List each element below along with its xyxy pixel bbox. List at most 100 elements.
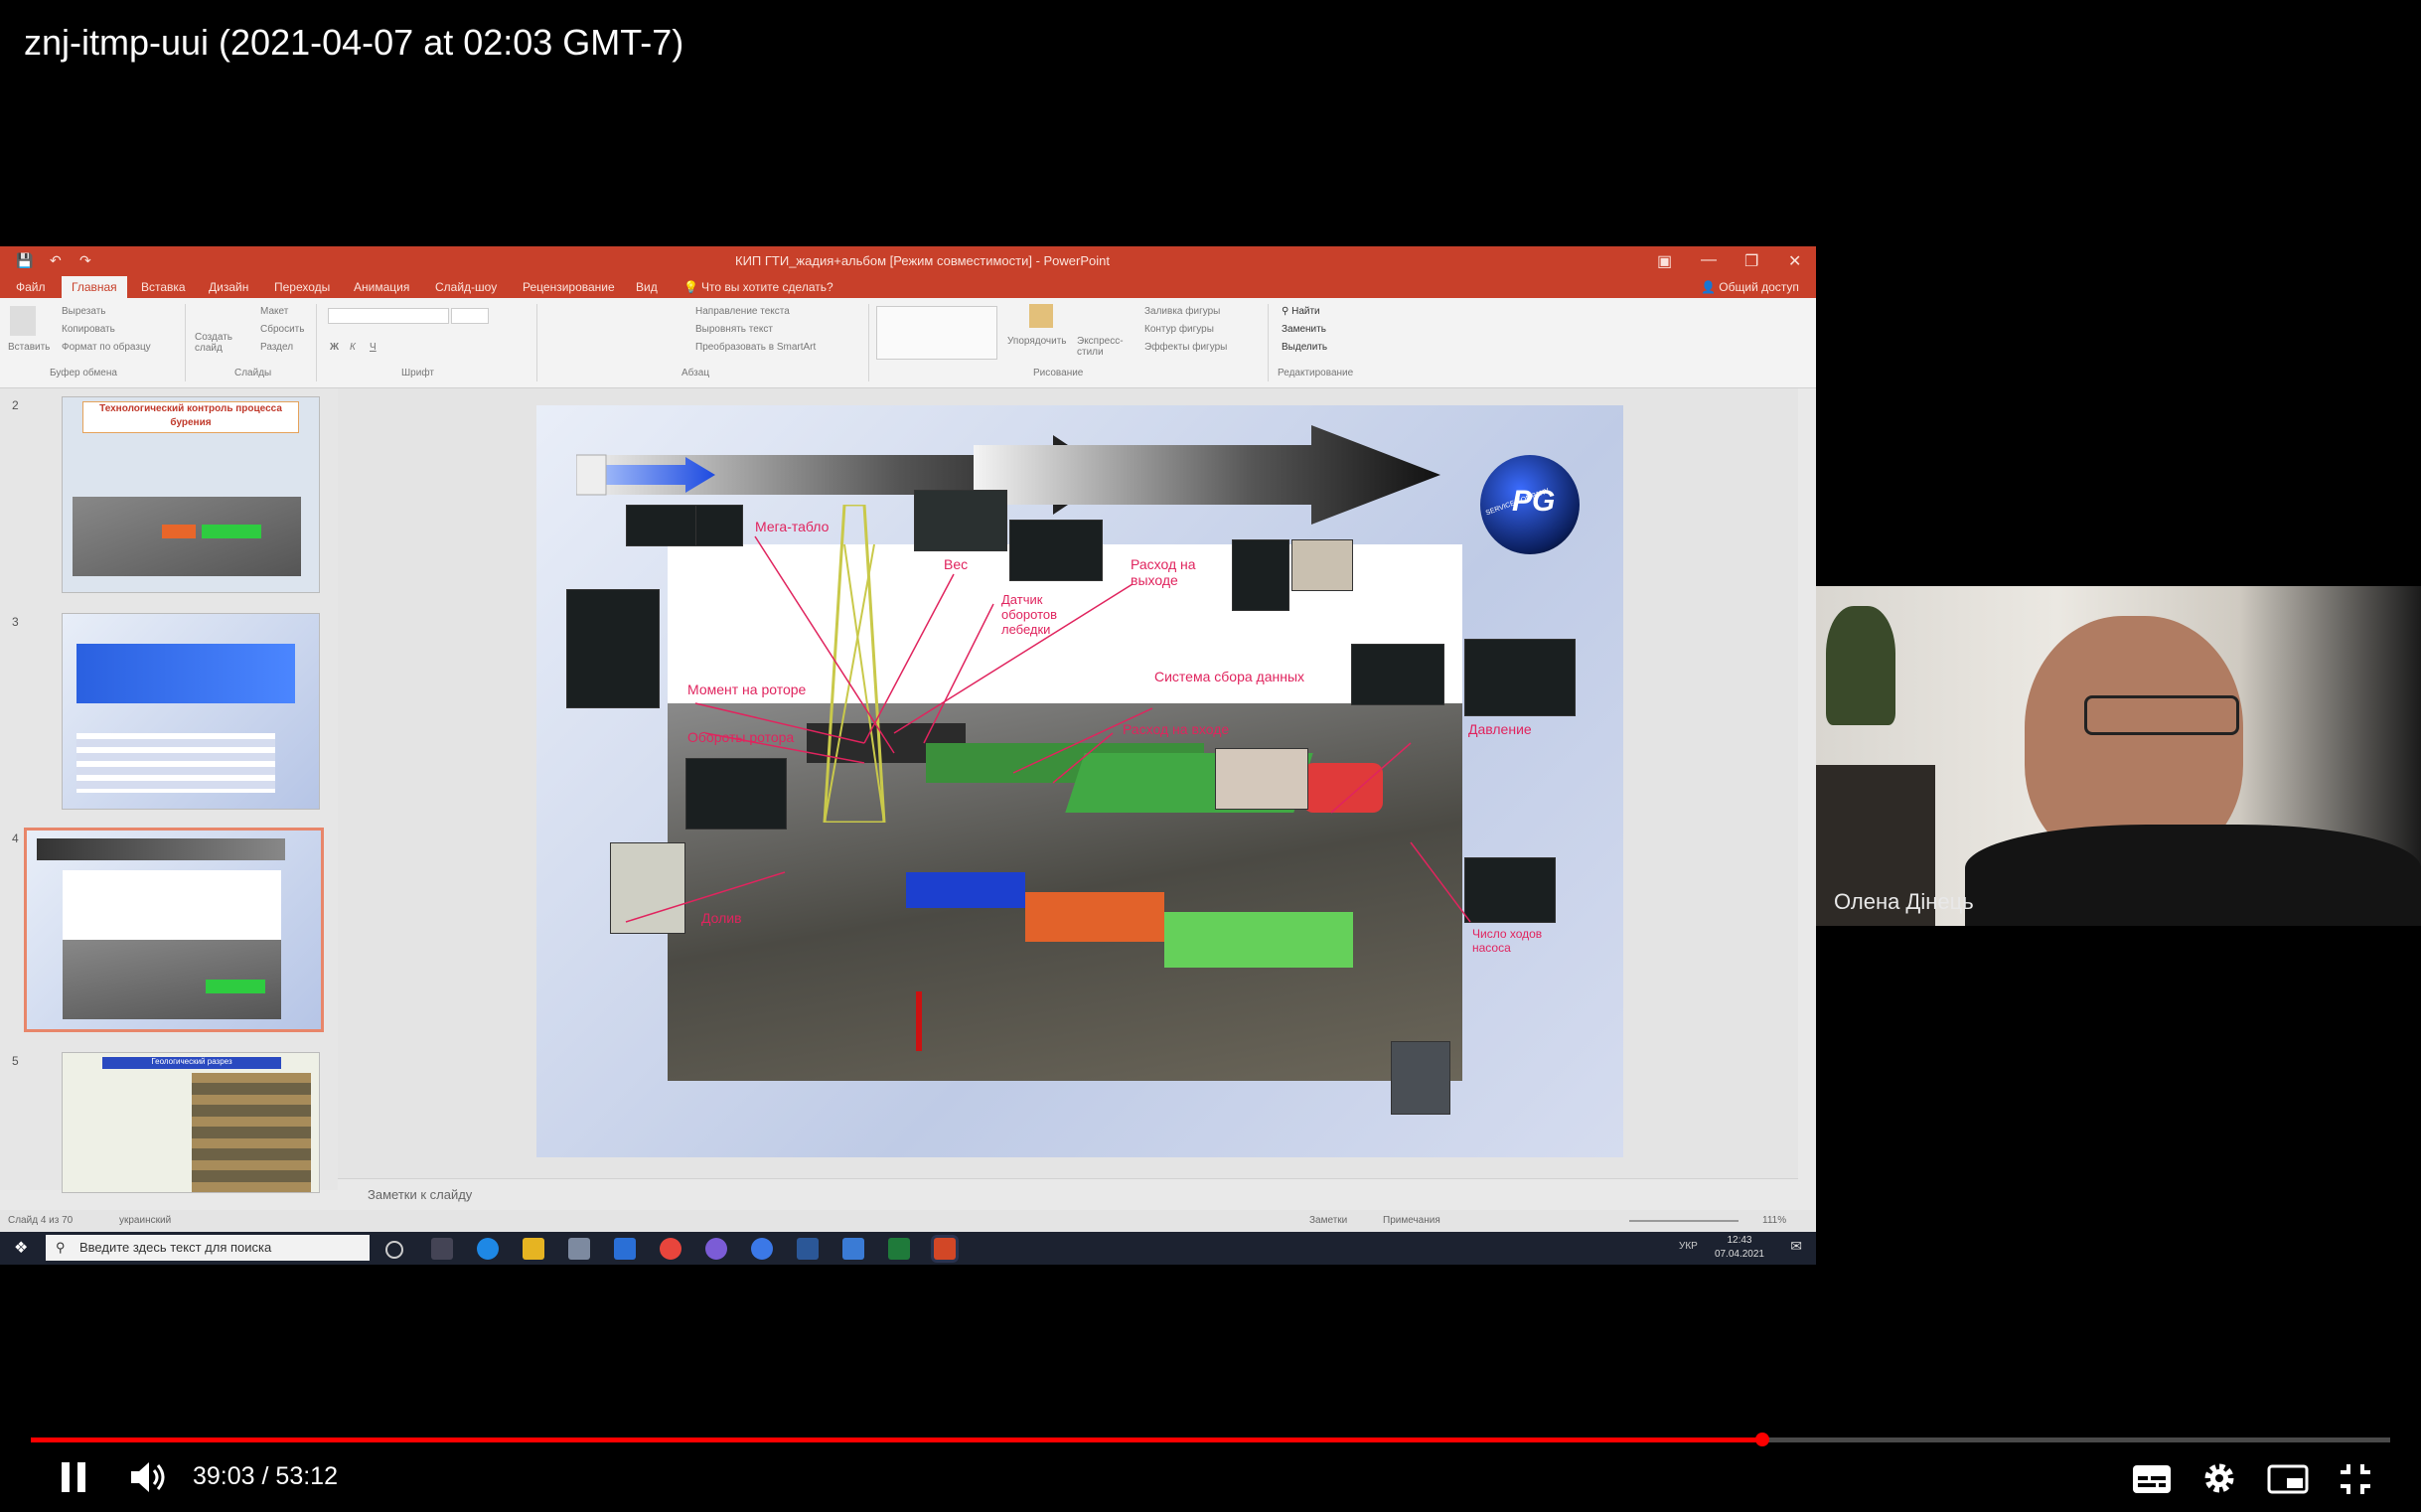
participant-name: Олена Дінець xyxy=(1834,889,1974,914)
italic-icon[interactable]: К xyxy=(350,342,356,353)
duration: 53:12 xyxy=(275,1462,338,1490)
font-size-field[interactable] xyxy=(451,308,489,324)
slides-group-label: Слайды xyxy=(234,368,272,378)
browser-icon[interactable] xyxy=(751,1238,773,1260)
language-indicator[interactable]: украинский xyxy=(119,1215,171,1226)
close-icon[interactable]: ✕ xyxy=(1788,251,1801,271)
thumbnail-number: 4 xyxy=(12,832,19,845)
arrange-icon[interactable] xyxy=(1029,304,1053,328)
reset-button[interactable]: Сбросить xyxy=(260,324,304,335)
subtitles-icon[interactable] xyxy=(2132,1464,2172,1494)
viber-icon[interactable] xyxy=(705,1238,727,1260)
zoom-slider[interactable] xyxy=(1629,1220,1739,1222)
current-slide[interactable]: PG SERVICE COMPANY Мега-табло Вес Датчик… xyxy=(536,405,1623,1157)
volume-icon[interactable] xyxy=(129,1460,169,1494)
tab-animation[interactable]: Анимация xyxy=(354,280,409,294)
copy-button[interactable]: Копировать xyxy=(62,324,115,335)
windows-start-icon[interactable]: ❖ xyxy=(14,1238,28,1258)
tell-me-input[interactable]: Что вы хотите сделать? xyxy=(701,280,833,294)
new-slide-button[interactable]: Создать слайд xyxy=(195,332,234,354)
underline-icon[interactable]: Ч xyxy=(370,342,377,353)
thumbnail-green-block xyxy=(206,980,265,993)
bold-icon[interactable]: Ж xyxy=(330,342,339,353)
webcam-feed: Олена Дінець xyxy=(1816,586,2421,926)
tab-transitions[interactable]: Переходы xyxy=(274,280,330,294)
ribbon-separator xyxy=(536,304,537,381)
shape-fill-button[interactable]: Заливка фигуры xyxy=(1144,306,1220,317)
tray-clock[interactable]: 12:43 07.04.2021 xyxy=(1715,1234,1764,1262)
notes-pane[interactable]: Заметки к слайду xyxy=(338,1178,1798,1211)
exit-fullscreen-icon[interactable] xyxy=(2339,1462,2372,1496)
slide-thumbnail-panel: 2 Технологический контроль процесса буре… xyxy=(0,388,338,1193)
word-icon[interactable] xyxy=(797,1238,819,1260)
find-button[interactable]: ⚲ Найти xyxy=(1282,306,1320,317)
section-button[interactable]: Раздел xyxy=(260,342,293,353)
align-text-button[interactable]: Выровнять текст xyxy=(695,324,773,335)
notes-toggle[interactable]: Заметки xyxy=(1309,1215,1347,1226)
replace-button[interactable]: Заменить xyxy=(1282,324,1326,335)
miniplayer-icon[interactable] xyxy=(2267,1464,2309,1494)
slide-thumbnail-4-selected[interactable] xyxy=(24,828,324,1032)
tray-language[interactable]: УКР xyxy=(1679,1241,1698,1252)
cortana-icon[interactable] xyxy=(385,1241,403,1259)
arrange-button[interactable]: Упорядочить xyxy=(1007,336,1067,347)
cut-button[interactable]: Вырезать xyxy=(62,306,105,317)
slide-thumbnail-3[interactable] xyxy=(62,613,320,810)
shape-effects-button[interactable]: Эффекты фигуры xyxy=(1144,342,1227,353)
pause-icon[interactable] xyxy=(58,1460,91,1494)
notifications-icon[interactable]: ✉ xyxy=(1790,1238,1802,1255)
format-painter-button[interactable]: Формат по образцу xyxy=(62,342,151,353)
text-direction-button[interactable]: Направление текста xyxy=(695,306,790,317)
mail-icon[interactable] xyxy=(614,1238,636,1260)
shape-outline-button[interactable]: Контур фигуры xyxy=(1144,324,1214,335)
save-icon[interactable]: 💾 xyxy=(16,252,33,269)
thumbnail-green-block xyxy=(202,525,261,538)
select-button[interactable]: Выделить xyxy=(1282,342,1327,353)
redo-icon[interactable]: ↷ xyxy=(79,252,91,269)
restore-icon[interactable]: ❐ xyxy=(1744,251,1758,271)
store-icon[interactable] xyxy=(568,1238,590,1260)
excel-icon[interactable] xyxy=(888,1238,910,1260)
quick-styles-button[interactable]: Экспресс-стили xyxy=(1077,336,1124,358)
tab-view[interactable]: Вид xyxy=(636,280,658,294)
tab-file[interactable]: Файл xyxy=(16,280,46,294)
find-label: Найти xyxy=(1291,306,1320,317)
tab-design[interactable]: Дизайн xyxy=(209,280,248,294)
undo-icon[interactable]: ↶ xyxy=(50,252,62,269)
share-button[interactable]: 👤 Общий доступ xyxy=(1701,280,1799,294)
powerpoint-icon[interactable] xyxy=(934,1238,956,1260)
paste-icon[interactable] xyxy=(10,306,36,336)
comments-toggle[interactable]: Примечания xyxy=(1383,1215,1440,1226)
tab-insert[interactable]: Вставка xyxy=(141,280,186,294)
ribbon-separator xyxy=(1268,304,1269,381)
thumbnail-number: 2 xyxy=(12,398,19,412)
file-explorer-icon[interactable] xyxy=(523,1238,544,1260)
edge-icon[interactable] xyxy=(477,1238,499,1260)
photos-icon[interactable] xyxy=(842,1238,864,1260)
share-label: Общий доступ xyxy=(1719,280,1799,294)
paste-button[interactable]: Вставить xyxy=(8,342,50,353)
convert-smartart-button[interactable]: Преобразовать в SmartArt xyxy=(695,342,816,353)
task-view-icon[interactable] xyxy=(431,1238,453,1260)
tab-review[interactable]: Рецензирование xyxy=(523,280,615,294)
scrubber-handle[interactable] xyxy=(1755,1433,1770,1446)
shapes-gallery[interactable] xyxy=(876,306,997,360)
chrome-icon[interactable] xyxy=(660,1238,681,1260)
ribbon-options-icon[interactable]: ▣ xyxy=(1657,251,1672,271)
slide-thumbnail-2[interactable]: Технологический контроль процесса бурени… xyxy=(62,396,320,593)
tab-home[interactable]: Главная xyxy=(62,276,127,298)
layout-button[interactable]: Макет xyxy=(260,306,288,317)
slide-thumbnail-5[interactable]: Геологический разрез xyxy=(62,1052,320,1193)
tray-date: 07.04.2021 xyxy=(1714,1249,1764,1260)
settings-gear-icon[interactable] xyxy=(2201,1460,2237,1496)
tab-slideshow[interactable]: Слайд-шоу xyxy=(435,280,497,294)
tray-time: 12:43 xyxy=(1727,1235,1752,1246)
shared-screen: 💾 ↶ ↷ КИП ГТИ_жадия+альбом [Режим совмес… xyxy=(0,246,1816,1265)
ribbon-separator xyxy=(316,304,317,381)
font-name-field[interactable] xyxy=(328,308,449,324)
search-icon: ⚲ xyxy=(56,1240,66,1255)
zoom-level[interactable]: 111% xyxy=(1762,1215,1786,1226)
taskbar-search[interactable]: ⚲ Введите здесь текст для поиска xyxy=(46,1235,370,1261)
current-time: 39:03 xyxy=(193,1462,255,1490)
minimize-icon[interactable]: — xyxy=(1701,251,1717,269)
